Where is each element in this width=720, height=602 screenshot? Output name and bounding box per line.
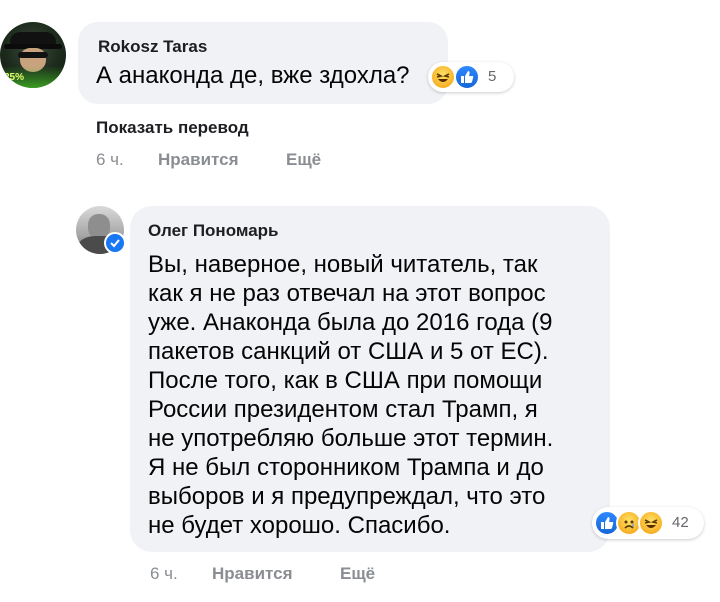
comment-text-line: уже. Анаконда была до 2016 года (9	[148, 309, 553, 336]
like-button[interactable]: Нравится	[212, 564, 293, 584]
reaction-count: 5	[488, 68, 497, 85]
more-button[interactable]: Ещё	[286, 150, 321, 170]
show-translation-link[interactable]: Показать перевод	[96, 118, 249, 138]
reaction-count: 42	[672, 514, 689, 531]
comment-text-line: как я не раз отвечал на этот вопрос	[148, 280, 546, 307]
more-button[interactable]: Ещё	[340, 564, 375, 584]
avatar[interactable]: 25%	[0, 22, 66, 88]
haha-icon	[430, 64, 456, 90]
comment-timestamp[interactable]: 6 ч.	[150, 564, 178, 584]
reactions-summary[interactable]: 42	[592, 507, 704, 539]
comment-text-line: После того, как в США при помощи	[148, 367, 543, 394]
comment-author[interactable]: Олег Пономарь	[148, 221, 279, 241]
comment-text: Вы, наверное, новый читатель, так как я …	[148, 250, 588, 540]
comment-timestamp[interactable]: 6 ч.	[96, 150, 124, 170]
verified-badge-icon	[104, 232, 126, 254]
glasses-graphic	[18, 52, 48, 58]
avatar-badge-text: 25%	[4, 72, 25, 83]
comment-text-line: Я не был сторонником Трампа и до	[148, 454, 544, 481]
comment-text-line: России президентом стал Трамп, я	[148, 396, 538, 423]
comment-author[interactable]: Rokosz Taras	[98, 37, 207, 57]
avatar-frame-badge: 25%	[0, 66, 66, 88]
haha-icon	[638, 510, 664, 536]
comment-text-line: не употребляю больше этот термин.	[148, 425, 554, 452]
comment-text: А анаконда де, вже здохла?	[96, 62, 410, 89]
comment-text-line: пакетов санкций от США и 5 от ЕС).	[148, 338, 549, 365]
reactions-summary[interactable]: 5	[428, 62, 514, 92]
comment-text-line: не будет хорошо. Спасибо.	[148, 512, 451, 539]
like-icon	[454, 64, 480, 90]
comment-text-line: выборов и я предупреждал, что это	[148, 483, 546, 510]
comment-text-line: Вы, наверное, новый читатель, так	[148, 251, 538, 278]
like-button[interactable]: Нравится	[158, 150, 239, 170]
